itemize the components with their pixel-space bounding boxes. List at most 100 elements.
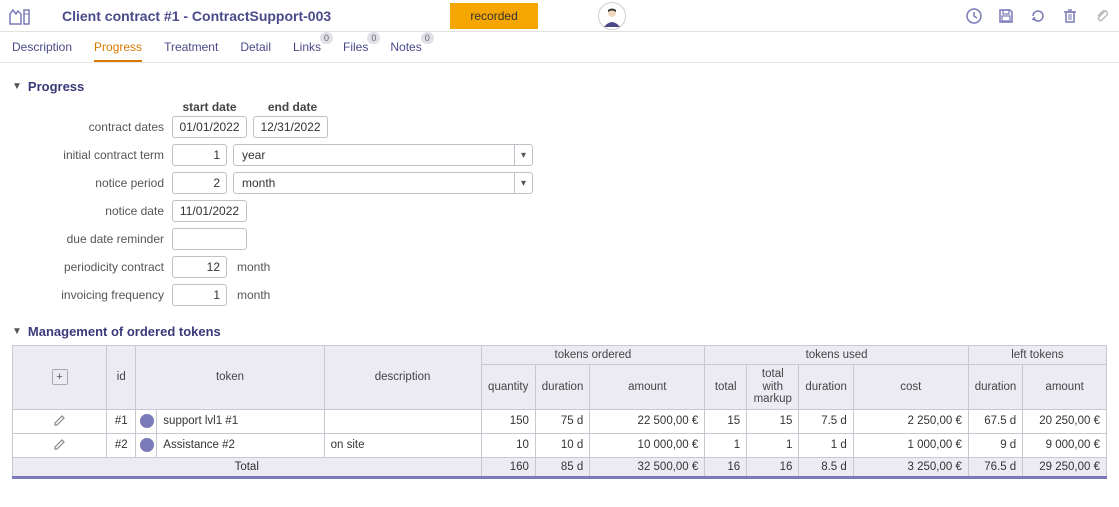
cell-left-dur: 9 d — [968, 433, 1022, 457]
total-ordered-amt: 32 500,00 € — [590, 457, 705, 477]
total-label: Total — [13, 457, 482, 477]
tab-badge: 0 — [421, 32, 434, 44]
col-start-date: start date — [172, 100, 247, 114]
label-notice-date: notice date — [12, 204, 172, 218]
delete-icon[interactable] — [1061, 7, 1079, 25]
chevron-down-icon[interactable]: ▾ — [514, 145, 532, 165]
edit-row-icon[interactable] — [53, 442, 67, 454]
invoicing-unit: month — [233, 288, 270, 302]
cell-used-cost: 1 000,00 € — [853, 433, 968, 457]
cell-desc — [324, 409, 481, 433]
col-ordered-dur: duration — [535, 365, 589, 410]
col-id: id — [107, 346, 136, 410]
caret-down-icon: ▼ — [12, 81, 22, 92]
select-value: month — [234, 176, 514, 190]
app-icon — [8, 6, 32, 26]
notice-date-input[interactable] — [172, 200, 247, 222]
colgroup-ordered: tokens ordered — [481, 346, 705, 365]
col-description: description — [324, 346, 481, 410]
col-used-markup: total with markup — [747, 365, 799, 410]
initial-term-unit-select[interactable]: year ▾ — [233, 144, 533, 166]
total-used-markup: 16 — [747, 457, 799, 477]
initial-term-qty-input[interactable] — [172, 144, 227, 166]
due-reminder-input[interactable] — [172, 228, 247, 250]
notice-period-qty-input[interactable] — [172, 172, 227, 194]
col-end-date: end date — [255, 100, 330, 114]
cell-used-total: 1 — [705, 433, 747, 457]
cell-left-amt: 20 250,00 € — [1023, 409, 1107, 433]
periodicity-qty-input[interactable] — [172, 256, 227, 278]
contract-end-date-input[interactable] — [253, 116, 328, 138]
attachment-icon[interactable] — [1093, 7, 1111, 25]
col-left-dur: duration — [968, 365, 1022, 410]
tab-treatment[interactable]: Treatment — [164, 40, 218, 62]
toolbar-icons — [965, 7, 1111, 25]
col-used-dur: duration — [799, 365, 853, 410]
cell-token: support lvl1 #1 — [157, 409, 324, 433]
section-progress-header[interactable]: ▼ Progress — [12, 71, 1107, 100]
label-initial-term: initial contract term — [12, 148, 172, 162]
token-icon — [140, 438, 154, 452]
add-row-button[interactable]: + — [52, 369, 68, 385]
section-title: Progress — [28, 79, 84, 94]
total-left-dur: 76.5 d — [968, 457, 1022, 477]
tab-notes[interactable]: Notes0 — [390, 40, 421, 62]
tab-files[interactable]: Files0 — [343, 40, 368, 62]
col-ordered-amt: amount — [590, 365, 705, 410]
table-total-row: Total 160 85 d 32 500,00 € 16 16 8.5 d 3… — [13, 457, 1107, 477]
form-column-headers: start date end date — [172, 100, 1107, 116]
label-notice-period: notice period — [12, 176, 172, 190]
table-row: #1 support lvl1 #1 150 75 d 22 500,00 € … — [13, 409, 1107, 433]
cell-used-cost: 2 250,00 € — [853, 409, 968, 433]
colgroup-left: left tokens — [968, 346, 1106, 365]
cell-ordered-qty: 150 — [481, 409, 535, 433]
tab-detail[interactable]: Detail — [240, 40, 271, 62]
tab-badge: 0 — [367, 32, 380, 44]
cell-ordered-dur: 10 d — [535, 433, 589, 457]
label-due-reminder: due date reminder — [12, 232, 172, 246]
save-icon[interactable] — [997, 7, 1015, 25]
periodicity-unit: month — [233, 260, 270, 274]
cell-used-markup: 15 — [747, 409, 799, 433]
col-left-amt: amount — [1023, 365, 1107, 410]
cell-token: Assistance #2 — [157, 433, 324, 457]
total-used-cost: 3 250,00 € — [853, 457, 968, 477]
tab-badge: 0 — [320, 32, 333, 44]
cell-left-amt: 9 000,00 € — [1023, 433, 1107, 457]
refresh-icon[interactable] — [1029, 7, 1047, 25]
tab-label: Notes — [390, 40, 421, 54]
edit-row-icon[interactable] — [53, 418, 67, 430]
col-used-cost: cost — [853, 365, 968, 410]
table-row: #2 Assistance #2 on site 10 10 d 10 000,… — [13, 433, 1107, 457]
avatar[interactable] — [598, 2, 626, 30]
cell-ordered-amt: 10 000,00 € — [590, 433, 705, 457]
caret-down-icon: ▼ — [12, 326, 22, 337]
col-ordered-qty: quantity — [481, 365, 535, 410]
section-tokens-header[interactable]: ▼ Management of ordered tokens — [12, 316, 1107, 345]
cell-left-dur: 67.5 d — [968, 409, 1022, 433]
cell-used-markup: 1 — [747, 433, 799, 457]
chevron-down-icon[interactable]: ▾ — [514, 173, 532, 193]
total-used-dur: 8.5 d — [799, 457, 853, 477]
tokens-table: + id token description tokens ordered to… — [12, 345, 1107, 479]
cell-used-dur: 1 d — [799, 433, 853, 457]
col-used-total: total — [705, 365, 747, 410]
tab-progress[interactable]: Progress — [94, 40, 142, 62]
select-value: year — [234, 148, 514, 162]
invoicing-qty-input[interactable] — [172, 284, 227, 306]
total-ordered-qty: 160 — [481, 457, 535, 477]
tab-label: Files — [343, 40, 368, 54]
total-used-total: 16 — [705, 457, 747, 477]
notice-period-unit-select[interactable]: month ▾ — [233, 172, 533, 194]
contract-start-date-input[interactable] — [172, 116, 247, 138]
tab-links[interactable]: Links0 — [293, 40, 321, 62]
status-badge: recorded — [450, 3, 537, 29]
colgroup-used: tokens used — [705, 346, 969, 365]
cell-used-dur: 7.5 d — [799, 409, 853, 433]
cell-used-total: 15 — [705, 409, 747, 433]
page-title: Client contract #1 - ContractSupport-003 — [62, 8, 331, 24]
total-ordered-dur: 85 d — [535, 457, 589, 477]
history-icon[interactable] — [965, 7, 983, 25]
tab-description[interactable]: Description — [12, 40, 72, 62]
cell-ordered-amt: 22 500,00 € — [590, 409, 705, 433]
